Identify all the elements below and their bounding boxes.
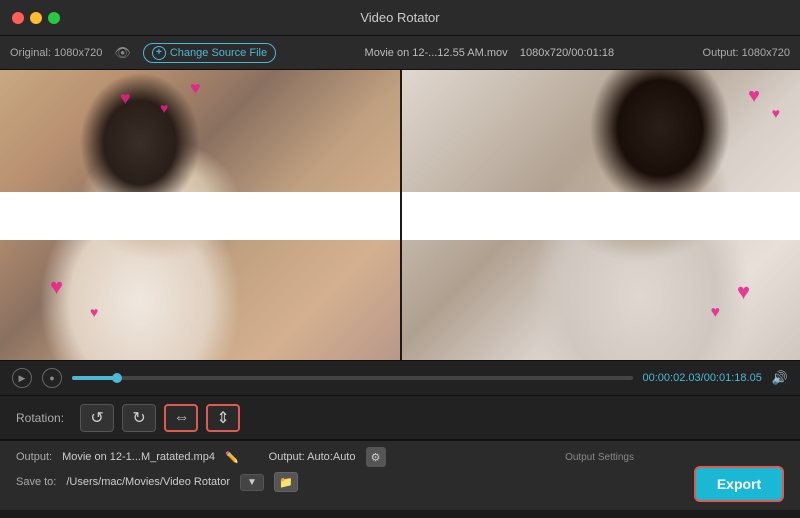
original-resolution-label: Original: 1080x720 — [10, 47, 102, 59]
heart-decoration: ♥ — [120, 88, 131, 109]
change-source-button[interactable]: + Change Source File — [143, 43, 276, 63]
maximize-button[interactable] — [48, 12, 60, 24]
eye-icon[interactable]: 👁 — [114, 45, 131, 61]
rotate-ccw-button[interactable]: ↺ — [80, 404, 114, 432]
output-settings-button[interactable]: ⚙ — [366, 447, 386, 467]
browse-folder-button[interactable]: 📁 — [274, 472, 298, 492]
output-format-label: Output: Auto:Auto — [269, 451, 356, 463]
time-current: 00:00:02.03 — [643, 372, 701, 384]
volume-icon[interactable]: 🔊 — [772, 370, 788, 386]
output-file-label: Output: — [16, 451, 52, 463]
heart-decoration: ♥ — [748, 85, 760, 108]
window-controls — [12, 12, 60, 24]
window-title: Video Rotator — [360, 10, 439, 25]
rotation-label: Rotation: — [16, 411, 64, 425]
dropdown-arrow: ▼ — [247, 477, 257, 488]
title-bar: Video Rotator — [0, 0, 800, 36]
playback-bar: ▶ ● 00:00:02.03/00:01:18.05 🔊 — [0, 360, 800, 396]
heart-decoration: ♥ — [190, 78, 201, 99]
output-row: Output: Movie on 12-1...M_ratated.mp4 ✏️… — [16, 447, 784, 467]
output-file-name: Movie on 12-1...M_ratated.mp4 — [62, 451, 215, 463]
minimize-button[interactable] — [30, 12, 42, 24]
file-info: Movie on 12-...12.55 AM.mov 1080x720/00:… — [288, 47, 690, 59]
edit-filename-icon[interactable]: ✏️ — [225, 451, 239, 464]
video-preview-area: ♥ ♥ ♥ ♥ ♥ ♥ ♥ ♥ ♥ — [0, 70, 800, 360]
format-value: Auto:Auto — [307, 451, 355, 463]
top-toolbar: Original: 1080x720 👁 + Change Source Fil… — [0, 36, 800, 70]
export-label: Export — [717, 476, 761, 492]
heart-decoration: ♥ — [50, 274, 63, 300]
heart-decoration: ♥ — [160, 100, 168, 116]
progress-thumb — [112, 373, 122, 383]
file-resolution: 1080x720/00:01:18 — [520, 47, 614, 59]
progress-fill — [72, 376, 117, 380]
save-label: Save to: — [16, 476, 56, 488]
change-source-label: Change Source File — [170, 47, 267, 59]
time-total: /00:01:18.05 — [701, 372, 762, 384]
save-row: Save to: /Users/mac/Movies/Video Rotator… — [16, 472, 784, 492]
progress-track[interactable] — [72, 376, 633, 380]
plus-circle-icon: + — [152, 46, 166, 60]
heart-decoration: ♥ — [772, 105, 780, 121]
rotation-bar: Rotation: ↺ ↻ ⇔ ⇕ — [0, 396, 800, 440]
flip-horizontal-button[interactable]: ⇔ — [164, 404, 198, 432]
play-button[interactable]: ▶ — [12, 368, 32, 388]
rotate-cw-button[interactable]: ↻ — [122, 404, 156, 432]
file-name: Movie on 12-...12.55 AM.mov — [365, 47, 508, 59]
output-resolution-label: Output: 1080x720 — [703, 47, 790, 59]
flip-vertical-button[interactable]: ⇕ — [206, 404, 240, 432]
stop-button[interactable]: ● — [42, 368, 62, 388]
bottom-bar: Output: Movie on 12-1...M_ratated.mp4 ✏️… — [0, 440, 800, 510]
heart-decoration: ♥ — [737, 279, 750, 305]
output-settings-label: Output Settings — [565, 452, 634, 463]
heart-decoration: ♥ — [711, 304, 721, 322]
time-display: 00:00:02.03/00:01:18.05 — [643, 372, 762, 384]
video-divider — [400, 70, 402, 360]
folder-dropdown[interactable]: ▼ — [240, 474, 264, 491]
heart-decoration: ♥ — [90, 304, 98, 320]
close-button[interactable] — [12, 12, 24, 24]
export-button[interactable]: Export — [694, 466, 784, 502]
format-label: Output: — [269, 451, 305, 463]
save-path: /Users/mac/Movies/Video Rotator — [66, 476, 230, 488]
